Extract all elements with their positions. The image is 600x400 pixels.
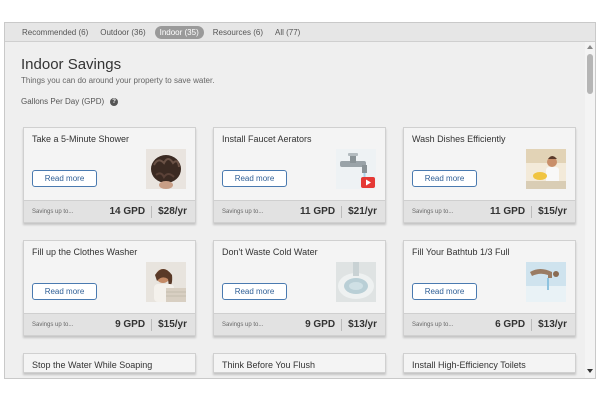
divider <box>151 205 153 218</box>
help-icon[interactable]: ? <box>110 97 119 106</box>
divider <box>341 318 343 331</box>
bathtub-faucet-photo <box>526 262 566 302</box>
card-title: Fill Your Bathtub 1/3 Full <box>412 247 510 257</box>
card-title: Install Faucet Aerators <box>222 134 312 144</box>
savings-card-grid: Take a 5-Minute Shower Read more Savings… <box>23 127 578 373</box>
main-content: Indoor Savings Things you can do around … <box>5 56 595 106</box>
card-savings-footer: Savings up to... 9 GPD $13/yr <box>214 313 385 335</box>
card-title: Stop the Water While Soaping <box>32 360 153 370</box>
savings-card: Take a 5-Minute Shower Read more Savings… <box>23 127 196 223</box>
savings-label: Savings up to... <box>32 321 74 328</box>
page-subtitle: Things you can do around your property t… <box>21 76 215 85</box>
scroll-up-arrow-icon[interactable] <box>587 45 593 49</box>
shower-hair-photo <box>146 149 186 189</box>
read-more-button[interactable]: Read more <box>222 170 287 187</box>
yearly-savings: $13/yr <box>538 319 567 330</box>
page-title: Indoor Savings <box>21 56 122 73</box>
savings-card: Don't Waste Cold Water Read more Savings… <box>213 240 386 336</box>
tab-outdoor[interactable]: Outdoor (36) <box>97 26 148 39</box>
tab-recommended[interactable]: Recommended (6) <box>19 26 91 39</box>
savings-label: Savings up to... <box>412 321 454 328</box>
read-more-button[interactable]: Read more <box>412 283 477 300</box>
card-savings-footer: Savings up to... 14 GPD $28/yr <box>24 200 195 222</box>
card-title: Think Before You Flush <box>222 360 316 370</box>
yearly-savings: $15/yr <box>158 319 187 330</box>
gpd-value: 14 GPD <box>109 206 146 217</box>
category-tabs: Recommended (6) Outdoor (36) Indoor (35)… <box>5 23 595 42</box>
card-title: Install High-Efficiency Toilets <box>412 360 526 370</box>
scrollbar-thumb[interactable] <box>587 54 593 94</box>
card-savings-footer: Savings up to... 11 GPD $21/yr <box>214 200 385 222</box>
savings-card: Stop the Water While Soaping <box>23 353 196 373</box>
gpd-value: 9 GPD <box>305 319 336 330</box>
savings-card: Think Before You Flush <box>213 353 386 373</box>
savings-card: Fill up the Clothes Washer Read more Sav… <box>23 240 196 336</box>
card-title: Fill up the Clothes Washer <box>32 247 138 257</box>
divider <box>151 318 153 331</box>
scroll-down-arrow-icon[interactable] <box>587 369 593 373</box>
read-more-button[interactable]: Read more <box>412 170 477 187</box>
tab-all[interactable]: All (77) <box>272 26 303 39</box>
dishwashing-photo <box>526 149 566 189</box>
savings-card: Install Faucet Aerators Read more Saving… <box>213 127 386 223</box>
vertical-scrollbar[interactable] <box>585 42 595 378</box>
tab-indoor[interactable]: Indoor (35) <box>154 25 204 39</box>
card-title: Don't Waste Cold Water <box>222 247 318 257</box>
savings-label: Savings up to... <box>32 208 74 215</box>
savings-card: Fill Your Bathtub 1/3 Full Read more Sav… <box>403 240 576 336</box>
savings-label: Savings up to... <box>222 208 264 215</box>
gpd-label: Gallons Per Day (GPD) <box>21 97 105 106</box>
savings-label: Savings up to... <box>412 208 454 215</box>
card-savings-footer: Savings up to... 9 GPD $15/yr <box>24 313 195 335</box>
savings-card: Install High-Efficiency Toilets <box>403 353 576 373</box>
card-savings-footer: Savings up to... 11 GPD $15/yr <box>404 200 575 222</box>
yearly-savings: $28/yr <box>158 206 187 217</box>
gpd-value: 11 GPD <box>300 206 336 217</box>
card-title: Wash Dishes Efficiently <box>412 134 506 144</box>
gpd-value: 9 GPD <box>115 319 146 330</box>
divider <box>531 205 533 218</box>
savings-label: Savings up to... <box>222 321 264 328</box>
divider <box>531 318 533 331</box>
read-more-button[interactable]: Read more <box>222 283 287 300</box>
faucet-video-thumbnail[interactable] <box>336 149 376 189</box>
card-savings-footer: Savings up to... 6 GPD $13/yr <box>404 313 575 335</box>
card-title: Take a 5-Minute Shower <box>32 134 130 144</box>
yearly-savings: $13/yr <box>348 319 377 330</box>
gpd-legend: Gallons Per Day (GPD) ? <box>21 97 595 106</box>
read-more-button[interactable]: Read more <box>32 170 97 187</box>
laundry-photo <box>146 262 186 302</box>
yearly-savings: $15/yr <box>538 206 567 217</box>
savings-card: Wash Dishes Efficiently Read more Saving… <box>403 127 576 223</box>
yearly-savings: $21/yr <box>348 206 377 217</box>
read-more-button[interactable]: Read more <box>32 283 97 300</box>
savings-panel: Recommended (6) Outdoor (36) Indoor (35)… <box>4 22 596 379</box>
tab-resources[interactable]: Resources (6) <box>210 26 266 39</box>
gpd-value: 6 GPD <box>495 319 526 330</box>
water-bowl-photo <box>336 262 376 302</box>
gpd-value: 11 GPD <box>490 206 526 217</box>
divider <box>341 205 343 218</box>
